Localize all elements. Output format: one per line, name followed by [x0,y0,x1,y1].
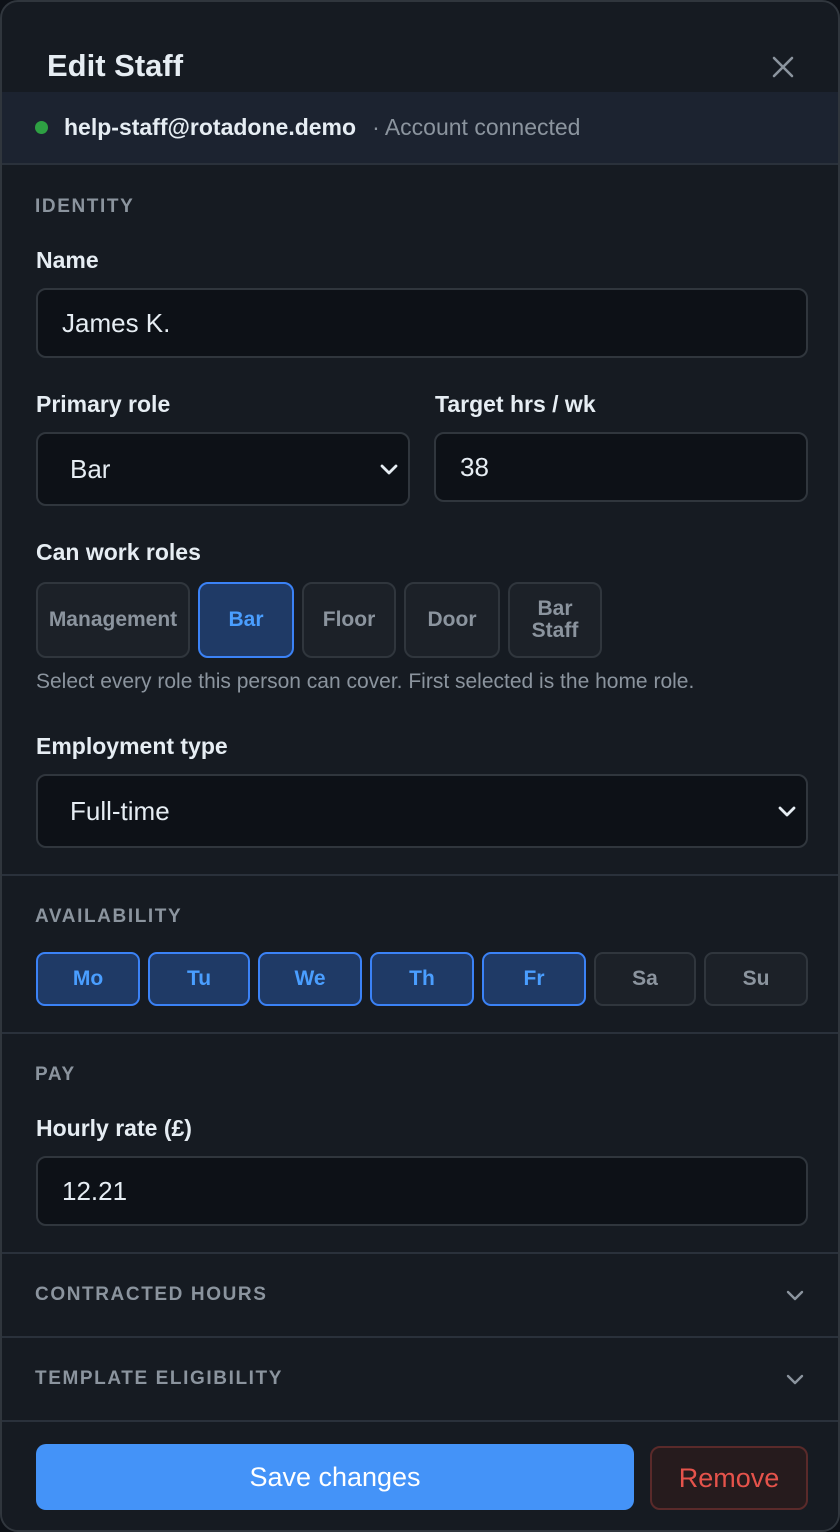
day-toggle-sa[interactable]: Sa [594,952,696,1006]
employment-type-select[interactable]: Full-time [36,774,808,848]
day-toggle-we[interactable]: We [258,952,362,1006]
section-pay-heading: PAY [35,1064,76,1085]
close-button[interactable] [766,50,800,84]
contracted-hours-toggle[interactable]: CONTRACTED HOURS [2,1254,838,1338]
role-chip-bar[interactable]: Bar [198,582,294,658]
primary-role-label: Primary role [36,391,171,417]
modal-title: Edit Staff [47,48,184,83]
role-chip-bar-staff[interactable]: Bar Staff [508,582,602,658]
save-changes-button[interactable]: Save changes [36,1444,634,1510]
role-chip-management[interactable]: Management [36,582,190,658]
section-availability-heading: AVAILABILITY [35,906,183,927]
hourly-rate-input[interactable]: 12.21 [36,1156,808,1226]
connected-status-dot [35,121,48,134]
close-icon [772,56,794,78]
name-label: Name [36,247,99,273]
template-eligibility-heading: TEMPLATE ELIGIBILITY [35,1368,284,1389]
chevron-down-icon [380,464,398,475]
primary-role-value: Bar [70,453,111,484]
template-eligibility-toggle[interactable]: TEMPLATE ELIGIBILITY [2,1338,838,1422]
role-chip-floor[interactable]: Floor [302,582,396,658]
target-hours-label: Target hrs / wk [435,391,596,417]
section-divider [2,1032,838,1034]
section-identity-heading: IDENTITY [35,196,135,217]
target-hours-input[interactable]: 38 [434,432,808,502]
name-value: James K. [62,307,171,338]
account-email: help-staff@rotadone.demo [64,114,357,140]
section-divider [2,874,838,876]
contracted-hours-heading: CONTRACTED HOURS [35,1284,268,1305]
can-work-roles-label: Can work roles [36,539,201,565]
account-banner: help-staff@rotadone.demo · Account conne… [2,92,838,165]
day-toggle-su[interactable]: Su [704,952,808,1006]
day-toggle-th[interactable]: Th [370,952,474,1006]
chevron-down-icon [786,1290,804,1301]
name-input[interactable]: James K. [36,288,808,358]
day-toggle-tu[interactable]: Tu [148,952,250,1006]
chevron-down-icon [786,1374,804,1385]
hourly-rate-label: Hourly rate (£) [36,1115,192,1141]
remove-button[interactable]: Remove [650,1446,808,1510]
day-toggle-fr[interactable]: Fr [482,952,586,1006]
employment-type-label: Employment type [36,733,228,759]
role-chip-door[interactable]: Door [404,582,500,658]
account-status: · Account connected [372,114,581,140]
chevron-down-icon [778,806,796,817]
day-toggle-mo[interactable]: Mo [36,952,140,1006]
primary-role-select[interactable]: Bar [36,432,410,506]
modal-header: Edit Staff [2,2,838,92]
roles-hint: Select every role this person can cover.… [36,670,695,693]
edit-staff-modal: Edit Staff help-staff@rotadone.demo · Ac… [0,0,840,1532]
hourly-rate-value: 12.21 [62,1175,128,1206]
employment-type-value: Full-time [70,795,170,826]
target-hours-value: 38 [460,451,489,482]
